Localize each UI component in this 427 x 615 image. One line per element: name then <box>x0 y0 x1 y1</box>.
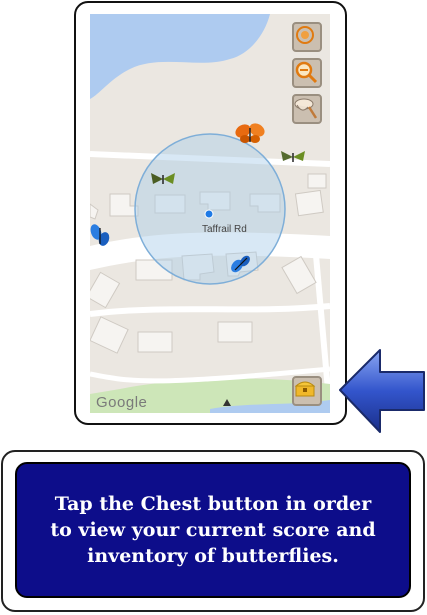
road-label: Taffrail Rd <box>202 224 247 235</box>
chest-icon <box>294 381 316 397</box>
butterfly-net-button[interactable] <box>292 94 322 124</box>
water-area <box>90 14 270 99</box>
zoom-out-magnifier-icon <box>295 61 318 84</box>
instruction-banner: Tap the Chest button in order to view yo… <box>15 462 411 598</box>
chest-button[interactable] <box>292 376 322 406</box>
user-location-dot <box>204 209 214 219</box>
instruction-text: Tap the Chest button in order to view yo… <box>50 493 376 567</box>
locate-button[interactable] <box>292 22 322 52</box>
zoom-out-button[interactable] <box>292 58 322 88</box>
locate-icon <box>296 26 314 44</box>
instruction-card: Tap the Chest button in order to view yo… <box>1 450 425 612</box>
capture-range-circle <box>134 133 286 285</box>
butterfly-green-right <box>281 151 305 162</box>
google-attribution: Google <box>96 394 148 411</box>
map-view[interactable]: Taffrail Rd Google <box>90 14 330 413</box>
pointer-arrow-icon <box>339 349 425 433</box>
butterfly-net-icon <box>294 98 318 119</box>
